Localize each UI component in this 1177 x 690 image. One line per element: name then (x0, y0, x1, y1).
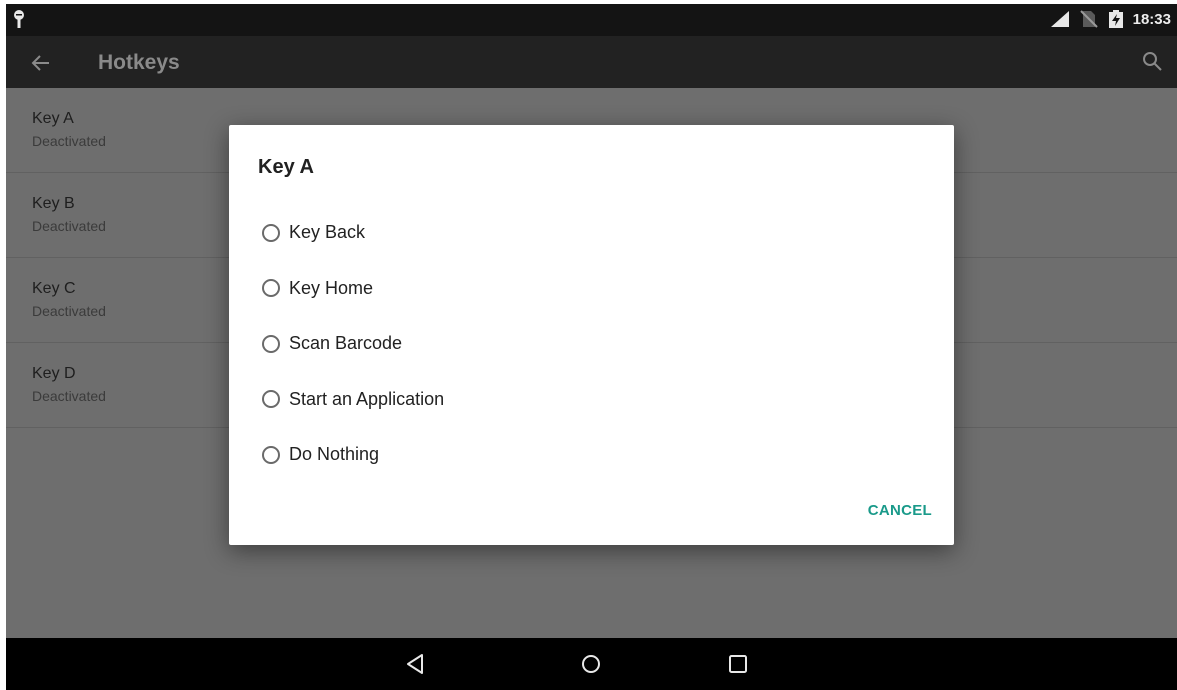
nav-recents-icon[interactable] (725, 651, 751, 677)
status-bar: 18:33 (6, 4, 1177, 36)
screen: 18:33 Hotkeys Key A Deactivated Key B De… (6, 4, 1177, 690)
list-item-label: Key A (32, 110, 74, 127)
option-label: Start an Application (289, 388, 445, 409)
option-key-back[interactable]: Key Back (262, 205, 444, 261)
list-item-label: Key C (32, 280, 76, 297)
option-scan-barcode[interactable]: Scan Barcode (262, 316, 444, 372)
list-item-status: Deactivated (32, 303, 106, 319)
radio-button[interactable] (262, 445, 280, 464)
list-item-status: Deactivated (32, 388, 106, 404)
nav-home-icon[interactable] (578, 651, 604, 677)
status-time: 18:33 (1132, 10, 1171, 28)
option-key-home[interactable]: Key Home (262, 261, 444, 317)
list-item-status: Deactivated (32, 218, 106, 234)
search-icon[interactable] (1141, 50, 1163, 72)
app-bar: Hotkeys (6, 36, 1177, 88)
list-item-label: Key B (32, 195, 75, 212)
list-item-status: Deactivated (32, 133, 106, 149)
page-title: Hotkeys (98, 51, 180, 74)
option-label: Key Home (289, 277, 374, 298)
option-label: Do Nothing (289, 444, 380, 465)
list-item-label: Key D (32, 365, 76, 382)
android-debug-icon (14, 10, 24, 28)
nav-back-icon[interactable] (403, 651, 429, 677)
navigation-bar (6, 638, 1177, 690)
radio-button[interactable] (262, 279, 280, 298)
option-label: Scan Barcode (289, 333, 403, 354)
radio-option-list: Key Back Key Home Scan Barcode Start an … (262, 205, 444, 483)
option-start-application[interactable]: Start an Application (262, 372, 444, 428)
back-arrow-icon[interactable] (30, 52, 52, 74)
status-icons: 18:33 (1050, 9, 1171, 29)
dialog-title: Key A (258, 156, 314, 178)
signal-icon (1050, 11, 1069, 27)
radio-button[interactable] (262, 223, 280, 242)
no-sim-icon (1079, 10, 1098, 28)
battery-charging-icon (1108, 10, 1123, 28)
option-label: Key Back (289, 222, 366, 243)
radio-button[interactable] (262, 390, 280, 409)
hotkey-action-dialog: Key A Key Back Key Home Scan Barcode Sta… (229, 125, 954, 545)
option-do-nothing[interactable]: Do Nothing (262, 427, 444, 483)
cancel-button[interactable]: CANCEL (868, 502, 932, 519)
radio-button[interactable] (262, 334, 280, 353)
